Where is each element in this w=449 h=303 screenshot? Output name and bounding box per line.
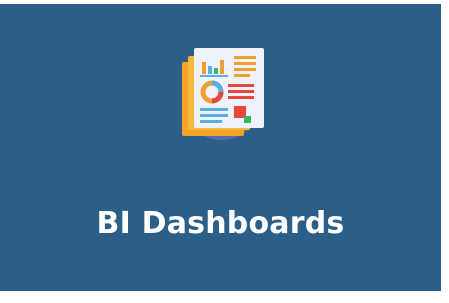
report-dashboard-icon [168,42,280,142]
page: BI Dashboards [0,0,449,303]
bi-dashboards-tile[interactable]: BI Dashboards [0,4,441,291]
tile-title: BI Dashboards [96,206,345,241]
